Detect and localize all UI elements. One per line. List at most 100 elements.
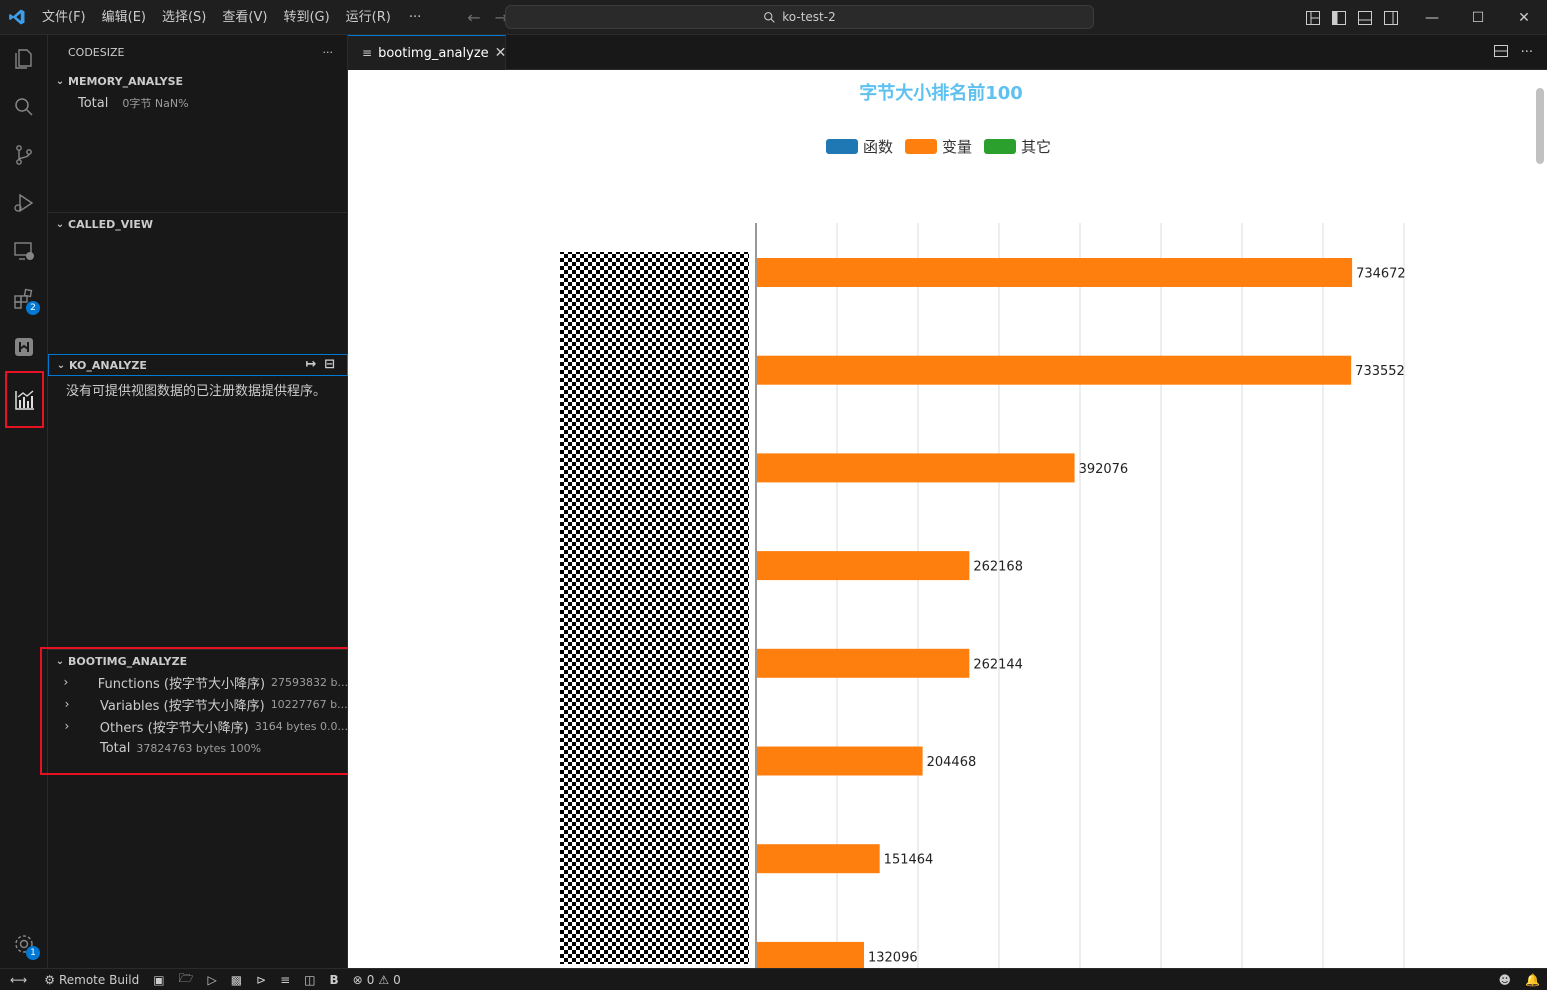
new-window-icon[interactable]: ▣ [146,969,171,990]
extensions-badge: 2 [26,301,40,315]
search-icon [764,11,776,23]
menu-view[interactable]: 查看(V) [214,0,275,35]
list-icon[interactable]: ≡ [273,969,297,990]
bar[interactable] [757,746,923,776]
bar[interactable] [757,648,970,678]
editor-tab-bar: ≡ bootimg_analyze ✕ ··· [348,35,1547,70]
open-folder-icon[interactable]: 🗁 [172,969,201,990]
tree-item-label: Others (按字节大小降序) [99,720,249,736]
copilot-icon[interactable]: ☻ [1492,969,1519,990]
minimize-icon[interactable]: — [1409,0,1455,35]
tab-bootimg-analyze[interactable]: ≡ bootimg_analyze ✕ [348,35,506,70]
legend-label[interactable]: 函数 [863,138,893,156]
customize-layout-icon[interactable] [1304,9,1322,27]
menu-selection[interactable]: 选择(S) [154,0,214,35]
title-bar: 文件(F) 编辑(E) 选择(S) 查看(V) 转到(G) 运行(R) ··· … [0,0,1547,35]
memory-total-row[interactable]: Total 0字节 NaN% [48,92,348,114]
bold-b-button[interactable]: B [323,969,346,990]
toggle-panel-icon[interactable] [1356,9,1374,27]
legend-swatch[interactable] [905,139,937,154]
tree-item-variables[interactable]: › Variables (按字节大小降序) 10227767 b... [48,693,348,715]
tree-item-desc: 3164 bytes 0.0... [254,719,348,733]
run-remote-icon[interactable]: ▷ [200,969,223,990]
tree-item-functions[interactable]: › Functions (按字节大小降序) 27593832 b... [48,671,348,693]
terminal-icon[interactable]: ⊳ [249,969,273,990]
obscured-category-labels [560,252,749,964]
bar-value-label: 204468 [927,755,977,770]
menu-edit[interactable]: 编辑(E) [94,0,154,35]
section-called-view[interactable]: ⌄ CALLED_VIEW [48,213,348,235]
bar-value-label: 733552 [1355,364,1405,379]
command-center[interactable]: ko-test-2 [505,5,1094,29]
toggle-secondary-sidebar-icon[interactable] [1382,9,1400,27]
bar-value-label: 392076 [1079,462,1129,477]
sidebar-more-icon[interactable]: ··· [323,46,334,59]
accounts-gear-icon[interactable]: 1 [0,920,48,968]
close-tab-icon[interactable]: ✕ [495,45,507,61]
editor-scrollbar[interactable] [1534,70,1547,968]
warning-count: 0 [393,972,401,987]
close-window-icon[interactable]: ✕ [1501,0,1547,35]
remote-indicator-icon[interactable]: ⟷ [0,969,37,990]
error-count: 0 [366,972,375,987]
chevron-right-icon: › [64,719,70,733]
chevron-right-icon: › [64,697,70,711]
explorer-icon[interactable] [0,35,48,83]
collapse-to-icon[interactable]: ↦ [305,357,316,372]
chart-legend[interactable]: 函数 变量 其它 [826,138,1051,156]
memory-total-desc: 0字节 NaN% [122,97,189,110]
extensions-icon[interactable]: 2 [0,275,48,323]
remote-build-label: Remote Build [58,972,140,987]
tree-item-desc: 27593832 b... [271,675,348,689]
maximize-icon[interactable]: ☐ [1455,0,1501,35]
bar[interactable] [757,258,1353,287]
bar-value-label: 132096 [868,950,918,965]
chart-title: 字节大小排名前100 [859,82,1023,104]
toggle-primary-sidebar-icon[interactable] [1330,9,1348,27]
section-bootimg-analyze[interactable]: ⌄ BOOTIMG_ANALYZE [48,650,348,672]
bar[interactable] [757,551,970,581]
collapse-all-icon[interactable]: ⊟ [324,357,335,372]
menu-bar: 文件(F) 编辑(E) 选择(S) 查看(V) 转到(G) 运行(R) ··· [34,0,431,35]
tab-label: bootimg_analyze [378,45,489,61]
run-debug-icon[interactable] [0,179,48,227]
remote-build-button[interactable]: ⚙ Remote Build [37,969,146,990]
search-view-icon[interactable] [0,83,48,131]
menu-more-icon[interactable]: ··· [399,0,431,35]
scrollbar-thumb[interactable] [1536,88,1544,164]
file-icon[interactable]: ◫ [297,969,322,990]
bar[interactable] [757,941,864,968]
split-editor-icon[interactable] [1493,43,1509,63]
section-ko-analyze[interactable]: ⌄ KO_ANALYZE ↦ ⊟ [48,354,348,376]
source-control-icon[interactable] [0,131,48,179]
section-memory-analyse[interactable]: ⌄ MEMORY_ANALYSE [48,70,348,92]
ko-empty-message: 没有可提供视图数据的已注册数据提供程序。 [66,384,327,399]
back-arrow-icon[interactable]: ← [467,8,480,27]
monitor-icon[interactable]: ▩ [224,969,249,990]
section-bootimg-title: BOOTIMG_ANALYZE [68,654,188,668]
sidebar-title: CODESIZE [68,46,125,59]
problems-indicator[interactable]: ⊗ 0 ⚠ 0 [346,969,408,990]
menu-go[interactable]: 转到(G) [275,0,337,35]
bar[interactable] [757,453,1075,483]
notifications-bell-icon[interactable]: 🔔 [1518,969,1547,990]
bar-value-label: 262168 [973,560,1023,575]
tree-item-label: Variables (按字节大小降序) [100,698,265,714]
chevron-down-icon: ⌄ [55,218,65,230]
menu-file[interactable]: 文件(F) [34,0,94,35]
bar[interactable] [757,844,880,874]
legend-label[interactable]: 其它 [1021,138,1051,156]
legend-swatch[interactable] [984,139,1016,154]
codesize-logo-icon[interactable] [0,323,48,371]
tree-item-others[interactable]: › Others (按字节大小降序) 3164 bytes 0.0... [48,715,348,737]
legend-label[interactable]: 变量 [942,138,972,156]
editor-more-icon[interactable]: ··· [1521,45,1533,60]
bar[interactable] [757,355,1352,385]
codesize-chart-icon[interactable] [5,371,44,428]
menu-run[interactable]: 运行(R) [338,0,399,35]
remote-explorer-icon[interactable] [0,227,48,275]
legend-swatch[interactable] [826,139,858,154]
tree-item-total[interactable]: Total 37824763 bytes 100% [48,737,348,759]
vscode-logo-icon [0,0,34,35]
chart-canvas: 734672 733552 392076 262168 262144 204468 1514… [348,70,1534,968]
